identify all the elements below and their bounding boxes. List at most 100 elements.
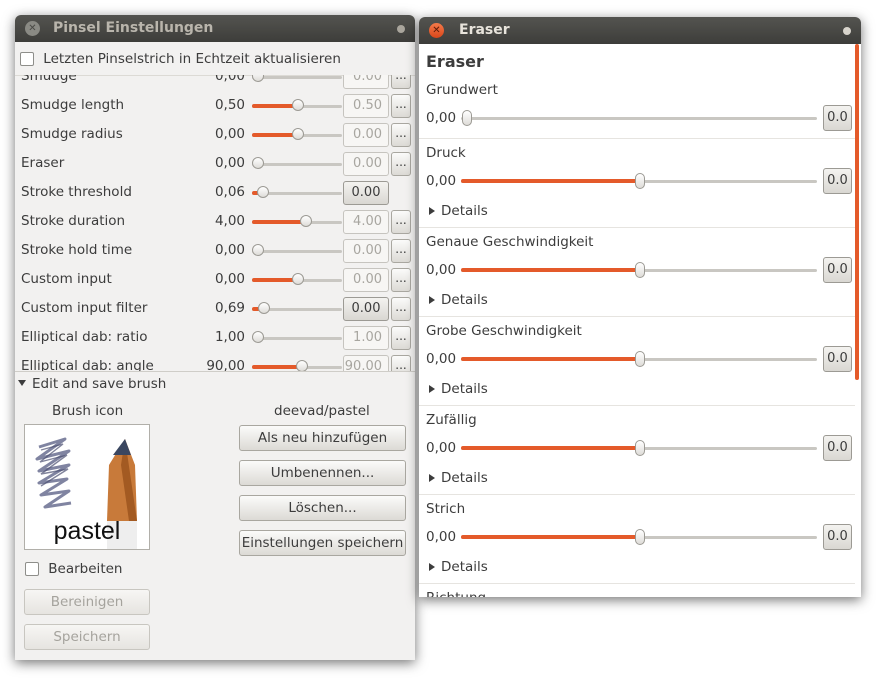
setting-value-box[interactable]: 0.00 (343, 123, 389, 147)
brush-settings-titlebar[interactable]: ✕ Pinsel Einstellungen (15, 15, 415, 42)
details-label: Details (441, 292, 488, 308)
live-update-checkbox[interactable] (20, 52, 34, 66)
details-expander[interactable]: Details (429, 559, 488, 575)
input-value: 0,00 (426, 110, 457, 126)
setting-slider-knob[interactable] (292, 128, 304, 140)
input-value-box[interactable]: 0.0 (823, 435, 852, 461)
input-value-box[interactable]: 0.0 (823, 168, 852, 194)
setting-slider-knob[interactable] (292, 99, 304, 111)
setting-value-box[interactable]: 0.00 (343, 239, 389, 263)
settings-list[interactable]: Smudge 0,00 0.00... Smudge length 0,50 0.50..… (15, 75, 415, 371)
brush-icon-label: Brush icon (52, 403, 124, 419)
edit-save-expander[interactable]: Edit and save brush (18, 376, 166, 392)
setting-value: 0,00 (214, 242, 245, 258)
expander-down-icon (18, 380, 26, 386)
setting-slider-track[interactable] (252, 163, 342, 166)
input-name: Richtung (426, 590, 486, 597)
setting-value-box[interactable]: 0.00 (343, 297, 389, 321)
input-value: 0,00 (426, 351, 457, 367)
setting-value-box[interactable]: 0.00 (343, 152, 389, 176)
rename-button[interactable]: Umbenennen... (239, 460, 406, 486)
setting-value-box[interactable]: 0.00 (343, 75, 389, 89)
setting-details-button[interactable]: ... (391, 75, 411, 89)
input-curves-list[interactable]: Grundwert 0,00 0.0 Druck 0,00 0.0 Details Genau… (419, 76, 855, 597)
input-slider-knob[interactable] (635, 351, 645, 367)
setting-value-box[interactable]: 0.00 (343, 268, 389, 292)
setting-slider-knob[interactable] (292, 273, 304, 285)
setting-slider-track[interactable] (252, 76, 342, 79)
expander-right-icon (429, 296, 435, 304)
input-slider-fill (461, 179, 637, 183)
setting-slider-knob[interactable] (258, 302, 270, 314)
setting-slider-knob[interactable] (257, 186, 269, 198)
input-slider-fill (461, 357, 637, 361)
live-update-option[interactable]: Letzten Pinselstrich in Echtzeit aktuali… (20, 51, 341, 67)
setting-label: Elliptical dab: angle (21, 358, 154, 371)
save-settings-button[interactable]: Einstellungen speichern (239, 530, 406, 556)
setting-details-button[interactable]: ... (391, 355, 411, 371)
setting-slider-knob[interactable] (300, 215, 312, 227)
input-slider-knob[interactable] (635, 262, 645, 278)
input-curve-row: Druck 0,00 0.0 Details (419, 139, 855, 228)
setting-details-button[interactable]: ... (391, 94, 411, 118)
brush-icon-preview[interactable]: pastel (24, 424, 150, 550)
close-icon[interactable]: ✕ (429, 23, 444, 38)
setting-slider-track[interactable] (252, 337, 342, 340)
expander-right-icon (429, 563, 435, 571)
close-icon[interactable]: ✕ (25, 21, 40, 36)
setting-details-button[interactable]: ... (391, 152, 411, 176)
input-value-box[interactable]: 0.0 (823, 346, 852, 372)
save-button[interactable]: Speichern (24, 624, 150, 650)
setting-row: Custom input filter 0,69 0.00... (15, 297, 415, 326)
edit-option[interactable]: Bearbeiten (25, 561, 122, 577)
details-label: Details (441, 559, 488, 575)
setting-details-button[interactable]: ... (391, 210, 411, 234)
input-value: 0,00 (426, 173, 457, 189)
input-slider-track[interactable] (461, 117, 817, 120)
delete-button[interactable]: Löschen... (239, 495, 406, 521)
setting-details-button[interactable]: ... (391, 268, 411, 292)
input-curve-row: Genaue Geschwindigkeit 0,00 0.0 Details (419, 228, 855, 317)
eraser-heading: Eraser (426, 52, 484, 71)
setting-slider-knob[interactable] (296, 360, 308, 371)
input-name: Strich (426, 501, 466, 517)
details-expander[interactable]: Details (429, 470, 488, 486)
input-value-box[interactable]: 0.0 (823, 105, 852, 131)
details-expander[interactable]: Details (429, 292, 488, 308)
eraser-titlebar[interactable]: ✕ Eraser (419, 17, 861, 44)
setting-details-button[interactable]: ... (391, 239, 411, 263)
edit-label: Bearbeiten (48, 561, 123, 577)
expander-right-icon (429, 474, 435, 482)
input-value-box[interactable]: 0.0 (823, 524, 852, 550)
setting-value-box[interactable]: 90.00 (343, 355, 389, 371)
setting-details-button[interactable]: ... (391, 297, 411, 321)
scrollbar-thumb[interactable] (855, 44, 859, 380)
setting-details-button[interactable]: ... (391, 123, 411, 147)
details-label: Details (441, 381, 488, 397)
input-slider-knob[interactable] (635, 529, 645, 545)
window-menu-icon[interactable] (843, 27, 851, 35)
setting-slider-knob[interactable] (252, 75, 264, 82)
details-expander[interactable]: Details (429, 203, 488, 219)
clear-button[interactable]: Bereinigen (24, 589, 150, 615)
setting-value: 0,00 (214, 155, 245, 171)
window-menu-icon[interactable] (397, 25, 405, 33)
setting-slider-knob[interactable] (252, 331, 264, 343)
details-expander[interactable]: Details (429, 381, 488, 397)
edit-checkbox[interactable] (25, 562, 39, 576)
input-slider-knob[interactable] (462, 110, 472, 126)
input-slider-knob[interactable] (635, 173, 645, 189)
add-new-button[interactable]: Als neu hinzufügen (239, 425, 406, 451)
details-label: Details (441, 470, 488, 486)
setting-value-box[interactable]: 0.00 (343, 181, 389, 205)
setting-value-box[interactable]: 1.00 (343, 326, 389, 350)
setting-slider-knob[interactable] (252, 244, 264, 256)
input-slider-knob[interactable] (635, 440, 645, 456)
setting-value-box[interactable]: 0.50 (343, 94, 389, 118)
input-value-box[interactable]: 0.0 (823, 257, 852, 283)
setting-value-box[interactable]: 4.00 (343, 210, 389, 234)
setting-slider-knob[interactable] (252, 157, 264, 169)
setting-details-button[interactable]: ... (391, 326, 411, 350)
setting-slider-track[interactable] (252, 250, 342, 253)
edit-section-label: Edit and save brush (32, 376, 167, 392)
